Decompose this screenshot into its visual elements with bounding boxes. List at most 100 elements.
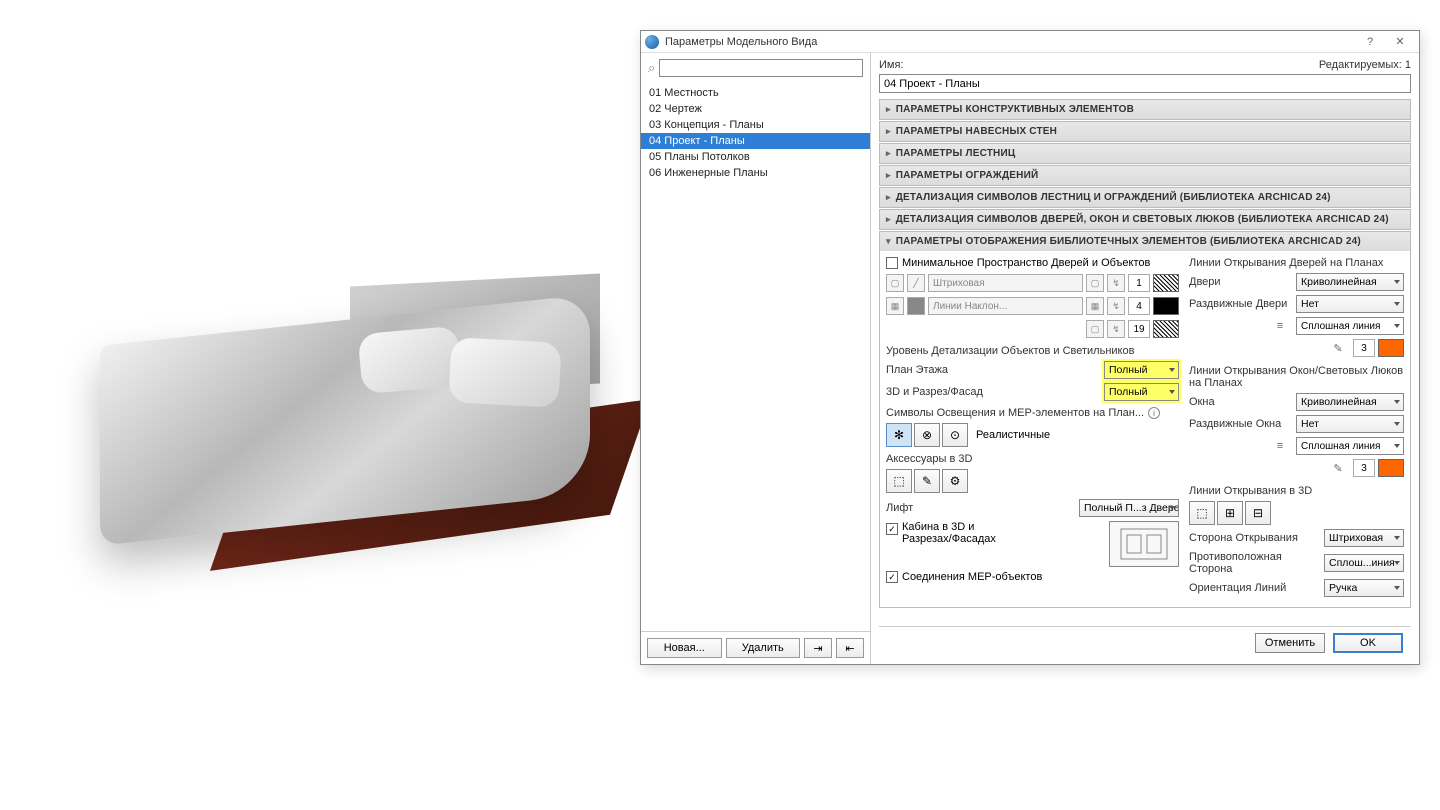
lift-preview [1109, 521, 1179, 567]
pen-icon[interactable]: ↯ [1107, 297, 1125, 315]
import-icon: ⇥ [813, 642, 822, 655]
toggle-icon[interactable]: ▦ [1086, 297, 1104, 315]
name-label: Имя: [879, 59, 903, 71]
lines3d-header: Линии Открывания в 3D [1189, 485, 1404, 497]
num-input[interactable]: 1 [1128, 274, 1150, 292]
lift-label: Лифт [886, 502, 1079, 514]
chevron-right-icon: ▸ [886, 192, 891, 203]
accordion-header[interactable]: ▾ПАРАМЕТРЫ ОТОБРАЖЕНИЯ БИБЛИОТЕЧНЫХ ЭЛЕМ… [880, 232, 1410, 251]
tree-item[interactable]: 01 Местность [641, 85, 870, 101]
hatch-select[interactable]: Штриховая [928, 274, 1083, 292]
doors-select[interactable]: Криволинейная [1296, 273, 1404, 291]
sliding-windows-label: Раздвижные Окна [1189, 418, 1296, 430]
symbol-mode-1[interactable]: ✻ [886, 423, 912, 447]
pattern-icon[interactable]: ▦ [886, 297, 904, 315]
app-icon [645, 35, 659, 49]
num-input[interactable]: 4 [1128, 297, 1150, 315]
min-space-checkbox[interactable] [886, 257, 898, 269]
toggle-icon[interactable]: ▢ [1086, 274, 1104, 292]
cabin-label: Кабина в 3D и Разрезах/Фасадах [902, 521, 1012, 545]
accessory-1[interactable]: ⬚ [886, 469, 912, 493]
swatch-black[interactable] [1153, 297, 1179, 315]
tree-item[interactable]: 03 Концепция - Планы [641, 117, 870, 133]
ok-button[interactable]: OK [1333, 633, 1403, 653]
accordion-header[interactable]: ▸ПАРАМЕТРЫ ОГРАЖДЕНИЙ [880, 166, 1410, 185]
plan-detail-select[interactable]: Полный [1104, 361, 1179, 379]
open-side-select[interactable]: Штриховая [1324, 529, 1404, 547]
swatch-hatch[interactable] [1153, 274, 1179, 292]
realistic-label: Реалистичные [976, 429, 1050, 441]
name-input[interactable] [879, 74, 1411, 93]
opposite-side-select[interactable]: Сплош...иния [1324, 554, 1404, 572]
accordion-header[interactable]: ▸ДЕТАЛИЗАЦИЯ СИМВОЛОВ ДВЕРЕЙ, ОКОН И СВЕ… [880, 210, 1410, 229]
accordion-header[interactable]: ▸ПАРАМЕТРЫ ЛЕСТНИЦ [880, 144, 1410, 163]
accordion-constructive: ▸ПАРАМЕТРЫ КОНСТРУКТИВНЫХ ЭЛЕМЕНТОВ [879, 99, 1411, 120]
symbol-mode-2[interactable]: ⊗ [914, 423, 940, 447]
3d-mode-1[interactable]: ⬚ [1189, 501, 1215, 525]
sliding-windows-select[interactable]: Нет [1296, 415, 1404, 433]
3d-mode-3[interactable]: ⊟ [1245, 501, 1271, 525]
line-icon[interactable]: ╱ [907, 274, 925, 292]
fill-icon[interactable] [907, 297, 925, 315]
windows-header: Линии Открывания Окон/Световых Люков на … [1189, 365, 1404, 389]
line-type-icon: ≡ [1272, 320, 1288, 332]
accessory-3[interactable]: ⚙ [942, 469, 968, 493]
import-button[interactable]: ⇥ [804, 638, 832, 658]
info-icon[interactable]: i [1148, 407, 1160, 419]
accordion-library-display: ▾ПАРАМЕТРЫ ОТОБРАЖЕНИЯ БИБЛИОТЕЧНЫХ ЭЛЕМ… [879, 231, 1411, 608]
doors-label: Двери [1189, 276, 1296, 288]
search-icon: ⌕ [648, 60, 655, 76]
tree-item-selected[interactable]: 04 Проект - Планы [641, 133, 870, 149]
shape-icon[interactable]: ▢ [886, 274, 904, 292]
pen-num[interactable]: 3 [1353, 459, 1375, 477]
cancel-button[interactable]: Отменить [1255, 633, 1325, 653]
accordion-header[interactable]: ▸ПАРАМЕТРЫ КОНСТРУКТИВНЫХ ЭЛЕМЕНТОВ [880, 100, 1410, 119]
pen-icon: ✎ [1330, 342, 1346, 355]
section-label: 3D и Разрез/Фасад [886, 386, 1104, 398]
pen-icon[interactable]: ↯ [1107, 320, 1125, 338]
tree-item[interactable]: 05 Планы Потолков [641, 149, 870, 165]
cabin-checkbox[interactable] [886, 523, 898, 535]
left-panel: ⌕ 01 Местность 02 Чертеж 03 Концепция - … [641, 53, 871, 664]
search-input[interactable] [659, 59, 863, 77]
accessory-2[interactable]: ✎ [914, 469, 940, 493]
pen-swatch[interactable] [1378, 459, 1404, 477]
accordion-header[interactable]: ▸ДЕТАЛИЗАЦИЯ СИМВОЛОВ ЛЕСТНИЦ И ОГРАЖДЕН… [880, 188, 1410, 207]
close-button[interactable]: ✕ [1385, 32, 1415, 52]
sliding-doors-select[interactable]: Нет [1296, 295, 1404, 313]
right-panel: Имя: Редактируемых: 1 ▸ПАРАМЕТРЫ КОНСТРУ… [871, 53, 1419, 664]
opposite-side-label: Противоположная Сторона [1189, 551, 1324, 575]
preset-tree[interactable]: 01 Местность 02 Чертеж 03 Концепция - Пл… [641, 83, 870, 631]
section-detail-select[interactable]: Полный [1104, 383, 1179, 401]
titlebar: Параметры Модельного Вида ? ✕ [641, 31, 1419, 53]
help-button[interactable]: ? [1355, 32, 1385, 52]
accordion-stairs: ▸ПАРАМЕТРЫ ЛЕСТНИЦ [879, 143, 1411, 164]
mep-label: Соединения МЕР-объектов [902, 571, 1042, 583]
windows-select[interactable]: Криволинейная [1296, 393, 1404, 411]
export-button[interactable]: ⇤ [836, 638, 864, 658]
3d-viewport [0, 0, 640, 810]
pen-icon: ✎ [1330, 462, 1346, 475]
pen-icon[interactable]: ↯ [1107, 274, 1125, 292]
symbol-mode-3[interactable]: ⊙ [942, 423, 968, 447]
delete-preset-button[interactable]: Удалить [726, 638, 801, 658]
incline-select[interactable]: Линии Наклон... [928, 297, 1083, 315]
3d-mode-2[interactable]: ⊞ [1217, 501, 1243, 525]
toggle-icon[interactable]: ▢ [1086, 320, 1104, 338]
tree-item[interactable]: 06 Инженерные Планы [641, 165, 870, 181]
swatch-hatch[interactable] [1153, 320, 1179, 338]
new-preset-button[interactable]: Новая... [647, 638, 722, 658]
tree-item[interactable]: 02 Чертеж [641, 101, 870, 117]
dialog-footer: Отменить OK [879, 626, 1411, 658]
mep-checkbox[interactable] [886, 571, 898, 583]
lift-select[interactable]: Полный П...з Дверей [1079, 499, 1179, 517]
num-input[interactable]: 19 [1128, 320, 1150, 338]
pen-swatch[interactable] [1378, 339, 1404, 357]
accordion-header[interactable]: ▸ПАРАМЕТРЫ НАВЕСНЫХ СТЕН [880, 122, 1410, 141]
pen-num[interactable]: 3 [1353, 339, 1375, 357]
line-type-select[interactable]: Сплошная линия [1296, 437, 1404, 455]
model-view-options-dialog: Параметры Модельного Вида ? ✕ ⌕ 01 Местн… [640, 30, 1420, 665]
line-orient-select[interactable]: Ручка [1324, 579, 1404, 597]
chevron-right-icon: ▸ [886, 214, 891, 225]
line-type-select[interactable]: Сплошная линия [1296, 317, 1404, 335]
